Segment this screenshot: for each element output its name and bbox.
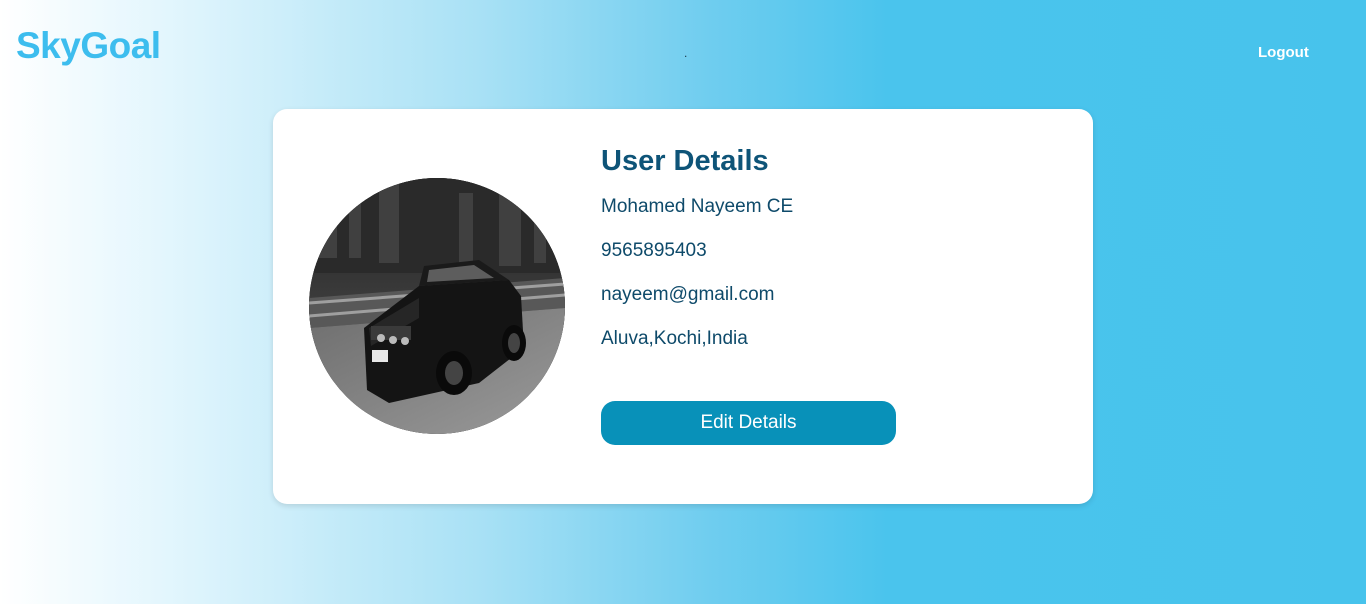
- edit-details-button[interactable]: Edit Details: [601, 401, 896, 445]
- user-details-card: User Details Mohamed Nayeem CE 956589540…: [273, 109, 1093, 504]
- user-email: nayeem@gmail.com: [601, 284, 775, 305]
- details-panel: User Details Mohamed Nayeem CE 956589540…: [601, 141, 1061, 445]
- user-phone: 9565895403: [601, 240, 707, 261]
- nav-center-mark: .: [684, 46, 688, 60]
- navbar: SkyGoal . Logout: [0, 0, 1366, 90]
- logout-link[interactable]: Logout: [1258, 44, 1309, 62]
- user-name: Mohamed Nayeem CE: [601, 196, 794, 217]
- profile-avatar: [309, 178, 565, 434]
- details-title: User Details: [601, 145, 769, 177]
- user-address: Aluva,Kochi,India: [601, 328, 748, 349]
- brand-logo[interactable]: SkyGoal: [16, 24, 161, 68]
- car-photo-icon: [309, 178, 565, 434]
